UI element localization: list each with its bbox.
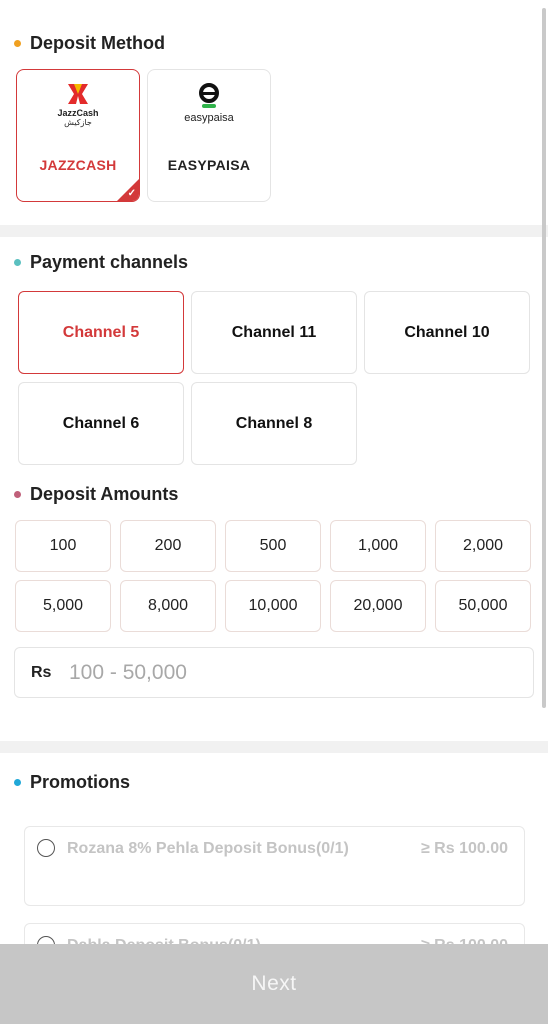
- amount-option[interactable]: 5,000: [15, 580, 111, 632]
- amount-option[interactable]: 500: [225, 520, 321, 572]
- easypaisa-mark-icon: [199, 83, 219, 108]
- easypaisa-logo-icon: easypaisa: [148, 82, 270, 128]
- bullet-dot-icon: [14, 779, 21, 786]
- jazzcash-mark-icon: [68, 84, 88, 104]
- currency-label: Rs: [31, 663, 52, 681]
- channel-option[interactable]: Channel 8: [191, 382, 357, 465]
- amount-option[interactable]: 8,000: [120, 580, 216, 632]
- amount-option[interactable]: 20,000: [330, 580, 426, 632]
- deposit-method-section: Deposit Method JazzCash جازکیش JAZZCASH …: [0, 0, 548, 225]
- channel-option[interactable]: Channel 11: [191, 291, 357, 374]
- amount-input[interactable]: [69, 660, 489, 685]
- amount-option[interactable]: 2,000: [435, 520, 531, 572]
- channel-option[interactable]: Channel 6: [18, 382, 184, 465]
- promotion-min-amount: ≥ Rs 100.00: [420, 840, 508, 857]
- deposit-amounts-title: Deposit Amounts: [14, 484, 178, 505]
- amount-option[interactable]: 200: [120, 520, 216, 572]
- amount-option[interactable]: 50,000: [435, 580, 531, 632]
- scrollbar[interactable]: [542, 8, 546, 708]
- jazzcash-logo-urdu: جازکیش: [64, 118, 92, 127]
- method-jazzcash[interactable]: JazzCash جازکیش JAZZCASH ✓: [16, 69, 140, 202]
- amount-option[interactable]: 1,000: [330, 520, 426, 572]
- amount-option[interactable]: 10,000: [225, 580, 321, 632]
- bullet-dot-icon: [14, 491, 21, 498]
- easypaisa-logo-text: easypaisa: [184, 112, 234, 124]
- jazzcash-label: JAZZCASH: [39, 157, 117, 173]
- jazzcash-logo-text: JazzCash: [57, 108, 99, 118]
- checkmark-icon: ✓: [127, 188, 136, 199]
- payment-channels-title-text: Payment channels: [30, 252, 189, 272]
- payment-channels-title: Payment channels: [14, 252, 188, 273]
- amount-field[interactable]: Rs: [14, 647, 534, 698]
- promotions-title-text: Promotions: [30, 772, 131, 792]
- jazzcash-logo-icon: JazzCash جازکیش: [17, 82, 139, 128]
- promotion-name: Rozana 8% Pehla Deposit Bonus(0/1): [67, 840, 349, 857]
- deposit-method-title: Deposit Method: [14, 33, 165, 54]
- channel-option[interactable]: Channel 5: [18, 291, 184, 374]
- deposit-method-title-text: Deposit Method: [30, 33, 165, 53]
- channel-option[interactable]: Channel 10: [364, 291, 530, 374]
- radio-icon[interactable]: [37, 839, 55, 857]
- bullet-dot-icon: [14, 259, 21, 266]
- promotions-section: Promotions Rozana 8% Pehla Deposit Bonus…: [0, 753, 548, 1003]
- promotion-item[interactable]: Rozana 8% Pehla Deposit Bonus(0/1) ≥ Rs …: [24, 826, 525, 906]
- next-button[interactable]: Next: [0, 944, 548, 1024]
- amount-option[interactable]: 100: [15, 520, 111, 572]
- method-easypaisa[interactable]: easypaisa EASYPAISA: [147, 69, 271, 202]
- bullet-dot-icon: [14, 40, 21, 47]
- promotions-title: Promotions: [14, 772, 130, 793]
- deposit-amounts-title-text: Deposit Amounts: [30, 484, 179, 504]
- easypaisa-label: EASYPAISA: [167, 157, 251, 173]
